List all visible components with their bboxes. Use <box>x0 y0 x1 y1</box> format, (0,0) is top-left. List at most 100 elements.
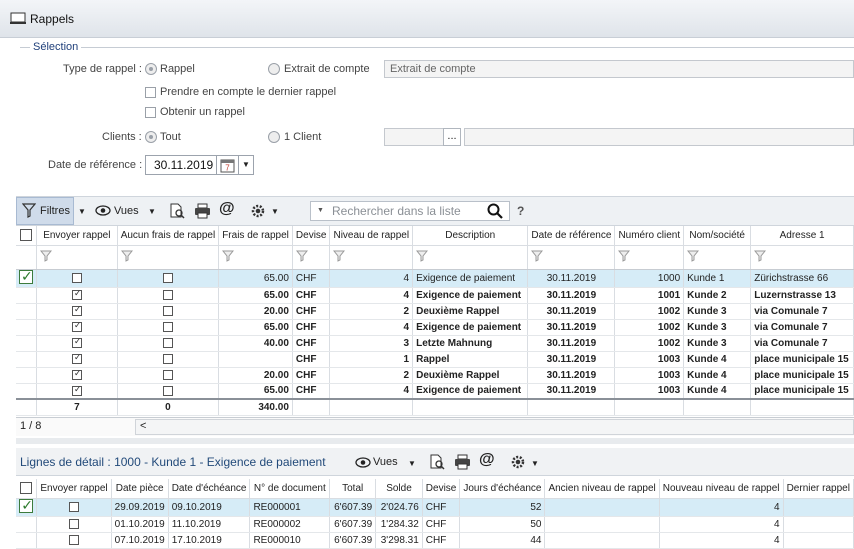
column-filter-icon[interactable] <box>295 250 308 262</box>
dcol-date-piece[interactable]: Date pièce <box>111 479 169 499</box>
col-date-reference[interactable]: Date de référence <box>527 226 616 246</box>
detail-settings-dropdown-icon[interactable]: ▼ <box>531 459 539 468</box>
views-dropdown-icon[interactable]: ▼ <box>148 207 156 216</box>
detail-views-dropdown-icon[interactable]: ▼ <box>408 459 416 468</box>
table-row[interactable]: 65.00CHF4Exigence de paiement30.11.20191… <box>16 383 854 400</box>
table-row[interactable]: 40.00CHF3Letzte Mahnung30.11.20191002Kun… <box>16 335 854 352</box>
aucun-frais-checkbox[interactable] <box>162 289 173 300</box>
detail-envoyer-checkbox[interactable] <box>69 501 79 512</box>
row-selector[interactable] <box>16 319 37 336</box>
gear-icon[interactable] <box>250 203 266 219</box>
detail-envoyer-checkbox[interactable] <box>69 518 79 529</box>
row-selector[interactable] <box>16 367 37 384</box>
dcol-total[interactable]: Total <box>329 479 377 499</box>
col-devise[interactable]: Devise <box>292 226 331 246</box>
column-filter-icon[interactable] <box>531 250 544 262</box>
aucun-frais-checkbox[interactable] <box>162 369 173 380</box>
row-selector[interactable] <box>16 335 37 352</box>
column-filter-icon[interactable] <box>333 250 346 262</box>
detail-row[interactable]: 07.10.2019 17.10.2019 RE000010 6'607.39 3'29… <box>16 532 854 549</box>
col-numero-client[interactable]: Numéro client <box>614 226 685 246</box>
radio-extrait[interactable] <box>268 63 280 75</box>
envoyer-rappel-checkbox[interactable] <box>71 368 82 380</box>
detail-row[interactable]: 29.09.201909.10.2019RE0000016'607.392'02… <box>16 498 854 517</box>
col-envoyer-rappel[interactable]: Envoyer rappel <box>36 226 118 246</box>
aucun-frais-checkbox[interactable] <box>162 337 173 348</box>
row-selector[interactable] <box>16 303 37 320</box>
dcol-nouveau[interactable]: Nouveau niveau de rappel <box>659 479 784 499</box>
col-nom-societe[interactable]: Nom/société <box>683 226 752 246</box>
help-button[interactable]: ? <box>517 204 524 218</box>
envoyer-rappel-checkbox[interactable] <box>71 304 82 316</box>
detail-selected-check-icon[interactable] <box>19 498 34 514</box>
detail-select-all[interactable] <box>16 479 38 499</box>
table-row[interactable]: 20.00CHF2Deuxième Rappel30.11.20191003Ku… <box>16 367 854 384</box>
envoyer-rappel-checkbox[interactable] <box>71 288 82 300</box>
table-row[interactable]: 65.00CHF4Exigence de paiement30.11.20191… <box>16 319 854 336</box>
email-icon[interactable]: @ <box>219 200 235 218</box>
scroll-left-arrow[interactable]: < <box>140 420 146 432</box>
calendar-button[interactable]: 7 <box>217 155 239 175</box>
column-filter-icon[interactable] <box>222 250 235 262</box>
detail-row-selector[interactable] <box>16 516 38 533</box>
radio-1client[interactable] <box>268 131 280 143</box>
row-selector[interactable] <box>16 287 37 304</box>
column-filter-icon[interactable] <box>40 250 52 262</box>
radio-tout[interactable] <box>145 131 157 143</box>
aucun-frais-checkbox[interactable] <box>162 321 173 332</box>
aucun-frais-checkbox[interactable] <box>162 385 173 396</box>
search-icon[interactable] <box>487 203 503 219</box>
aucun-frais-checkbox[interactable] <box>162 353 173 364</box>
search-dropdown-icon[interactable]: ▼ <box>317 207 324 214</box>
client-browse-button[interactable]: ... <box>443 128 461 146</box>
dcol-devise[interactable]: Devise <box>422 479 461 499</box>
aucun-frais-checkbox[interactable] <box>162 305 173 316</box>
detail-row-selector[interactable] <box>16 532 38 549</box>
envoyer-rappel-checkbox[interactable] <box>71 320 82 332</box>
table-row[interactable]: 65.00CHF4Exigence de paiement30.11.20191… <box>16 287 854 304</box>
dcol-document[interactable]: N° de document <box>249 479 331 499</box>
client-name-field[interactable] <box>464 128 854 146</box>
envoyer-rappel-checkbox[interactable] <box>71 336 82 348</box>
column-filter-icon[interactable] <box>754 250 767 262</box>
print-preview-icon[interactable] <box>169 203 185 219</box>
horizontal-scrollbar[interactable] <box>135 419 854 435</box>
col-niveau[interactable]: Niveau de rappel <box>329 226 414 246</box>
dcol-ancien[interactable]: Ancien niveau de rappel <box>544 479 660 499</box>
detail-email-icon[interactable]: @ <box>479 451 495 469</box>
date-dropdown-button[interactable]: ▼ <box>239 155 254 175</box>
envoyer-rappel-checkbox[interactable] <box>71 384 82 396</box>
aucun-frais-checkbox[interactable] <box>162 272 173 283</box>
envoyer-rappel-checkbox[interactable] <box>71 352 82 364</box>
radio-rappel[interactable] <box>145 63 157 75</box>
row-selected-check-icon[interactable] <box>19 269 33 285</box>
settings-dropdown-icon[interactable]: ▼ <box>271 207 279 216</box>
detail-row[interactable]: 01.10.2019 11.10.2019 RE000002 6'607.39 1'28… <box>16 516 854 533</box>
dcol-dernier[interactable]: Dernier rappel <box>783 479 854 499</box>
detail-print-icon[interactable] <box>454 454 471 470</box>
col-aucun-frais[interactable]: Aucun frais de rappel <box>117 226 220 246</box>
table-row[interactable]: CHF1Rappel30.11.20191003Kunde 4place mun… <box>16 351 854 368</box>
detail-views-button[interactable]: Vues <box>373 456 398 468</box>
detail-print-preview-icon[interactable] <box>429 454 445 470</box>
dcol-jours[interactable]: Jours d'échéance <box>459 479 546 499</box>
column-filter-icon[interactable] <box>416 250 429 262</box>
extrait-field[interactable]: Extrait de compte <box>384 60 854 78</box>
column-filter-icon[interactable] <box>120 250 133 262</box>
column-filter-icon[interactable] <box>618 250 631 262</box>
table-row[interactable]: 65.00CHF4Exigence de paiement30.11.20191… <box>16 269 854 288</box>
dernier-rappel-checkbox[interactable] <box>145 87 156 98</box>
row-selector[interactable] <box>16 383 37 400</box>
panel-splitter[interactable] <box>16 438 854 444</box>
print-icon[interactable] <box>194 203 211 219</box>
detail-envoyer-checkbox[interactable] <box>69 534 79 545</box>
views-button[interactable]: Vues <box>114 205 139 217</box>
filters-dropdown-icon[interactable]: ▼ <box>78 207 86 216</box>
column-filter-icon[interactable] <box>687 250 700 262</box>
dcol-solde[interactable]: Solde <box>375 479 423 499</box>
row-selector[interactable] <box>16 351 37 368</box>
col-adresse[interactable]: Adresse 1 <box>750 226 854 246</box>
envoyer-rappel-checkbox[interactable] <box>71 272 82 283</box>
client-code-field[interactable] <box>384 128 444 146</box>
row-selector[interactable] <box>16 269 37 288</box>
